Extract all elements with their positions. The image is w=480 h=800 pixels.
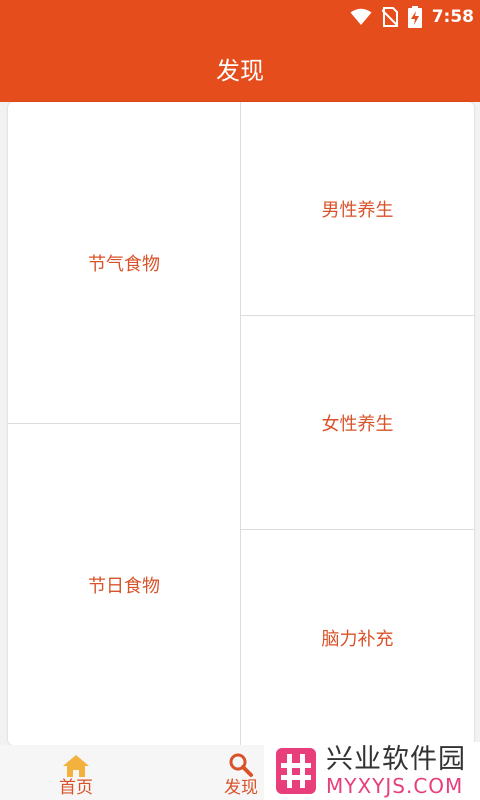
nav-home[interactable]: 首页 — [21, 745, 131, 800]
tile-label: 男性养生 — [321, 199, 394, 221]
home-icon — [63, 755, 89, 777]
wifi-icon — [350, 8, 372, 25]
tile-solar-term-food[interactable]: 节气食物 — [8, 102, 240, 423]
tile-label: 节日食物 — [88, 575, 160, 597]
nav-discover-label: 发现 — [224, 778, 258, 798]
watermark: 兴业软件园 MYXYJS.COM — [264, 742, 480, 800]
grid-divider — [240, 102, 241, 745]
tile-festival-food[interactable]: 节日食物 — [8, 424, 240, 745]
tile-men-health[interactable]: 男性养生 — [241, 102, 474, 315]
grid-divider — [8, 423, 240, 424]
watermark-subtitle: MYXYJS.COM — [326, 774, 464, 798]
tile-label: 脑力补充 — [321, 628, 394, 650]
grid-divider — [241, 315, 474, 316]
search-icon — [229, 753, 253, 777]
tile-label: 女性养生 — [321, 413, 394, 435]
tile-women-health[interactable]: 女性养生 — [241, 316, 474, 529]
status-time: 7:58 — [431, 7, 474, 27]
grid-divider — [241, 529, 474, 530]
no-sim-icon — [381, 7, 398, 27]
hash-logo-icon — [276, 748, 316, 794]
nav-home-label: 首页 — [59, 778, 93, 798]
page-title: 发现 — [216, 56, 264, 85]
tile-label: 节气食物 — [88, 253, 160, 275]
watermark-title: 兴业软件园 — [326, 744, 466, 775]
tile-brain-boost[interactable]: 脑力补充 — [241, 530, 474, 745]
app-bar: 发现 — [0, 34, 480, 102]
battery-charging-icon — [407, 6, 422, 28]
category-grid: 节气食物 节日食物 男性养生 女性养生 脑力补充 — [8, 102, 474, 745]
status-bar: 7:58 — [0, 0, 480, 34]
